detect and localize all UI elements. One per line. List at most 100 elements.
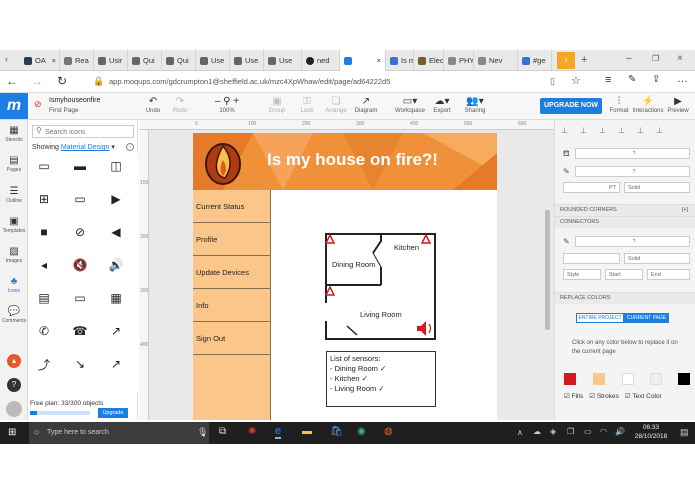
taskbar-search-box[interactable]: ○ Type here to search 🎙 [29,422,209,444]
rail-templates[interactable]: ▣ Templates [0,216,28,234]
browser-tab[interactable]: Qui [128,50,162,71]
rounded-corners-section[interactable]: ROUNDED CORNERS [+] [555,204,695,216]
line-style-select[interactable]: Style [563,269,601,280]
zoom-control[interactable]: – ⚲ +100% [210,96,244,114]
tab-icon[interactable]: ▬ [67,153,93,179]
browser-tab[interactable]: Qui [162,50,196,71]
close-tab-icon[interactable]: × [52,56,59,65]
help-icon[interactable]: ? [7,378,21,392]
reading-view-icon[interactable]: ▯ [550,76,555,87]
fill-color-field[interactable]: ? [575,148,690,159]
browser-tab[interactable]: #ge [518,50,552,71]
stroke-style-select[interactable]: Solid [624,182,690,193]
rail-comments[interactable]: 💬 Comments [0,306,28,324]
volume-off-icon[interactable]: 🔇 [67,252,93,278]
call-merge-icon[interactable]: ⤴ [31,351,57,377]
canvas-scrollbar[interactable] [545,210,550,330]
diagram-button[interactable]: ↗ Diagram [349,96,383,114]
close-tab-icon[interactable]: × [377,56,385,65]
connector-color-field[interactable]: ? [575,236,690,247]
library-selector[interactable]: Showing Material Design ▾ [32,143,115,151]
rail-images[interactable]: ▨ Images [0,246,28,264]
connector-width-field[interactable] [563,253,620,264]
swatch-black[interactable] [678,373,690,385]
redo-button[interactable]: ↷ Redo [163,96,197,114]
nav-update-devices[interactable]: Update Devices [193,256,271,289]
activity-icon[interactable]: ▴ [7,354,21,368]
moqups-logo-icon[interactable]: m [0,93,28,119]
connectors-section[interactable]: CONNECTORS [555,216,695,228]
browser-tab[interactable]: Use [264,50,302,71]
text-color-checkbox[interactable]: ☑ Text Color [625,392,662,400]
restore-icon[interactable]: ❐ [652,54,659,63]
notes-icon[interactable]: ✎ [628,74,636,85]
web-icon[interactable]: ▤ [31,285,57,311]
connector-style-select[interactable]: Solid [624,253,690,264]
workspace-button[interactable]: ▭▾ Workspace [393,96,427,114]
browser-tab[interactable]: Elec [414,50,444,71]
rail-stencils[interactable]: ▦ Stencils [0,125,28,143]
more-menu-icon[interactable]: … [677,73,688,85]
nav-info[interactable]: Info [193,289,271,322]
nav-sign-out[interactable]: Sign Out [193,322,271,355]
avatar[interactable] [6,401,22,417]
preview-button[interactable]: ▶ Preview [661,96,695,114]
icon-search-field[interactable]: ⚲ [32,125,134,138]
notifications-icon[interactable]: ▤ [680,427,689,438]
volume-mute-icon[interactable]: ◀ [103,219,129,245]
volume-up-icon[interactable]: 🔊 [103,252,129,278]
swatch-red[interactable] [564,373,576,385]
browser-tab[interactable]: ned [302,50,340,71]
stroke-color-field[interactable]: ? [575,166,690,177]
laptop-icon[interactable]: ▭ [67,186,93,212]
group-button[interactable]: ▣ Group [260,96,294,114]
mockup-header[interactable]: Is my house on fire?! [193,133,497,190]
tray-chevron-icon[interactable]: ∧ [517,428,523,437]
project-name[interactable]: Ismyhouseonfire [49,97,100,104]
page-name[interactable]: First Page [49,107,79,114]
sensor-list-box[interactable]: List of sensors: - Dining Room ✓ - Kitch… [326,351,436,407]
share-icon[interactable]: ⇪ [652,74,660,85]
browser-tab[interactable]: Use [230,50,264,71]
browser-tab[interactable]: Use [196,50,230,71]
app-icon-orange[interactable]: ◍ [384,426,393,437]
arrange-button[interactable]: ❏ Arrange [319,96,353,114]
tray-app-icon[interactable]: ☁ [533,427,541,436]
inbox-icon[interactable]: ▭ [31,153,57,179]
icon-search-input[interactable] [45,127,131,137]
floor-plan[interactable] [323,231,441,343]
fills-checkbox[interactable]: ☑ Fills [564,392,583,400]
forward-icon[interactable]: → [31,74,43,88]
entire-project-button[interactable]: ENTIRE PROJECT [576,313,624,323]
volume-icon[interactable]: 🔊 [615,427,625,436]
browser-tab[interactable]: OA × [20,50,60,71]
business-icon[interactable]: ▦ [103,285,129,311]
favorite-star-icon[interactable]: ☆ [571,74,581,87]
expand-toggle[interactable]: [+] [682,205,688,216]
rail-pages[interactable]: ▤ Pages [0,155,28,173]
call-end-icon[interactable]: ☎ [67,318,93,344]
swatch-orange[interactable] [593,373,605,385]
store-icon[interactable]: 🛍 [330,426,343,437]
nav-profile[interactable]: Profile [193,223,271,256]
rail-icons[interactable]: ♣ Icons [0,276,28,294]
reload-icon[interactable]: ↻ [57,74,67,88]
info-icon[interactable]: i [126,143,134,151]
clock[interactable]: 06:33 28/10/2018 [630,423,672,441]
file-explorer-icon[interactable]: ▬ [302,426,312,437]
call-made-icon[interactable]: ↗ [103,318,129,344]
swatch-white[interactable] [622,373,634,385]
tray-app-icon[interactable]: ◈ [550,427,556,436]
new-tab-icon[interactable]: + [581,54,587,66]
task-view-icon[interactable]: ⧉ [219,426,226,437]
rail-outline[interactable]: ☰ Outline [0,186,28,204]
hub-icon[interactable]: ≡ [605,74,611,86]
strokes-checkbox[interactable]: ☑ Strokes [589,392,619,400]
upgrade-button[interactable]: Upgrade [98,408,128,418]
tab-scroll-left-icon[interactable]: ‹ [5,54,8,64]
mockup-page[interactable]: Is my house on fire?! Current Status Pro… [193,133,497,420]
start-arrow-select[interactable]: Start [605,269,643,280]
sharing-button[interactable]: 👥▾ Sharing [458,96,492,114]
nav-current-status[interactable]: Current Status [193,190,271,223]
library-link[interactable]: Material Design [61,144,110,151]
